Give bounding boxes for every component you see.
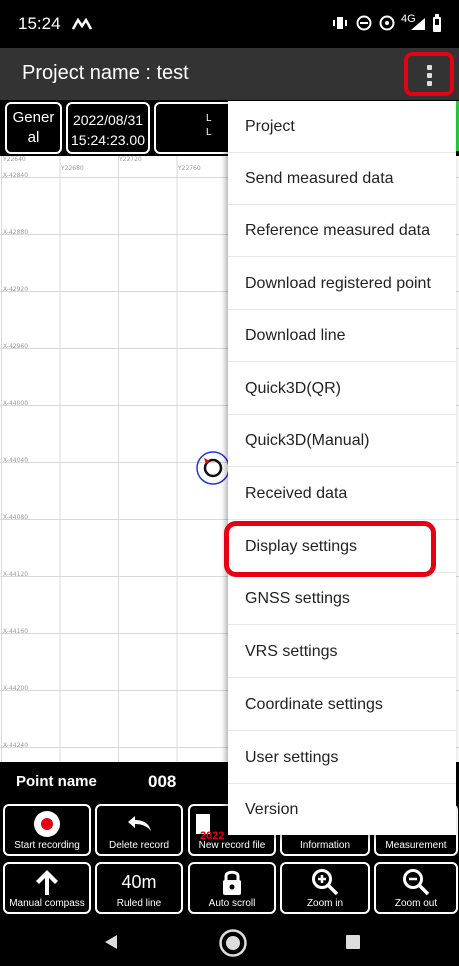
menu-item-vrs-settings[interactable]: VRS settings [228,626,456,678]
grid-y-label: X-42920 [3,286,29,293]
vibrate-icon [333,17,347,29]
auto-scroll-button[interactable]: Auto scroll [188,862,276,914]
manual-compass-label: Manual compass [9,898,85,909]
mode-label: Gener al [12,109,55,146]
start-recording-button[interactable]: Start recording [3,804,91,856]
more-vert-icon [427,63,433,89]
point-name-value: 008 [148,772,177,791]
zoom-out-button[interactable]: Zoom out [374,862,458,914]
grid-y-label: X-44000 [3,400,29,407]
grid-y-label: X-44240 [3,742,29,749]
information-label: Information [299,840,351,851]
grid-x-label: Y22640 [3,156,26,163]
status-bar: 15:24 4G [0,0,459,48]
menu-item-download-registered-point[interactable]: Download registered point [228,258,456,310]
grid-x-label: Y22720 [119,156,142,163]
overflow-menu: Project Send measured data Reference mea… [228,101,456,835]
undo-icon [97,810,181,838]
grid-y-label: X-42840 [3,172,29,179]
start-recording-label: Start recording [14,840,80,851]
zoom-out-icon [376,868,456,896]
ruled-line-value-box: 40m [97,868,181,896]
zoom-in-icon [282,868,368,896]
display-settings-highlight [224,521,436,577]
notification-icon [72,18,92,30]
record-icon [5,810,89,838]
measurement-label: Measurement [385,840,447,851]
menu-item-project[interactable]: Project [228,101,456,153]
datetime-box: 2022/08/31 15:24:23.00 [66,102,150,154]
overflow-menu-button[interactable] [404,52,454,96]
menu-item-version[interactable]: Version [228,784,456,836]
grid-y-label: X-42880 [3,229,29,236]
menu-item-gnss-settings[interactable]: GNSS settings [228,573,456,625]
time-label: 15:24:23.00 [71,132,145,148]
manual-compass-button[interactable]: Manual compass [3,862,91,914]
menu-item-download-line[interactable]: Download line [228,310,456,362]
point-name-label: Point name [16,773,97,790]
recents-icon[interactable] [346,935,360,949]
battery-icon [433,14,441,32]
zoom-in-button[interactable]: Zoom in [280,862,370,914]
menu-item-reference-measured-data[interactable]: Reference measured data [228,205,456,257]
new-record-file-label: New record file [198,840,266,851]
menu-item-quick3d-qr[interactable]: Quick3D(QR) [228,363,456,415]
grid-y-label: X-44160 [3,628,29,635]
back-icon[interactable] [103,934,119,950]
delete-record-button[interactable]: Delete record [95,804,183,856]
menu-item-received-data[interactable]: Received data [228,468,456,520]
grid-y-label: X-44040 [3,457,29,464]
date-label: 2022/08/31 [72,112,144,128]
action-row-2: Manual compass 40m Ruled line Auto scrol… [0,860,459,916]
menu-item-coordinate-settings[interactable]: Coordinate settings [228,679,456,731]
grid-y-label: X-44120 [3,571,29,578]
grid-y-label: X-42960 [3,343,29,350]
zoom-in-label: Zoom in [306,898,344,909]
auto-scroll-label: Auto scroll [208,898,256,909]
navigation-bar [0,918,459,966]
app-bar: Project name : test [0,48,459,100]
mode-button[interactable]: Gener al [5,102,62,154]
zoom-out-label: Zoom out [394,898,438,909]
menu-item-send-measured-data[interactable]: Send measured data [228,153,456,205]
ruled-line-button[interactable]: 40m Ruled line [95,862,183,914]
grid-y-label: X-44080 [3,514,29,521]
ruled-line-value: 40m [121,871,157,892]
ruled-line-label: Ruled line [116,898,162,909]
home-icon[interactable] [218,928,248,958]
hotspot-icon [379,15,395,31]
dnd-icon [356,15,372,31]
menu-item-quick3d-manual[interactable]: Quick3D(Manual) [228,415,456,467]
arrow-up-icon [5,868,89,896]
menu-item-user-settings[interactable]: User settings [228,732,456,784]
grid-x-label: Y22680 [61,165,84,172]
status-time: 15:24 [18,14,61,33]
signal-icon [411,18,425,30]
delete-record-label: Delete record [108,840,170,851]
lock-icon [190,868,274,896]
grid-x-label: Y22760 [178,165,201,172]
grid-y-label: X-44200 [3,685,29,692]
page-title: Project name : test [22,62,189,84]
